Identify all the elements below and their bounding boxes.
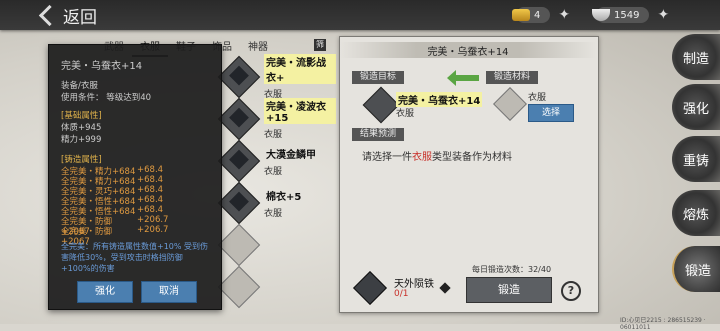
cancel-button[interactable]: 取消	[141, 281, 197, 303]
base-stat: 体质+945	[61, 123, 102, 133]
stone-count: 0/1	[394, 289, 409, 299]
preview-text: 请选择一件衣服类型装备作为材料	[362, 152, 512, 163]
daily-forge-count: 每日锻造次数：32/40	[472, 265, 552, 274]
item-name: 大漠金鳞甲	[266, 149, 316, 161]
base-attr-header: [基础属性]	[61, 111, 102, 121]
armor-icon	[217, 139, 261, 183]
item-type: 衣服	[264, 130, 283, 140]
side-menu-craft[interactable]: 制造	[672, 34, 720, 80]
item-type: 衣服	[264, 166, 283, 177]
tooltip-requirement: 使用条件： 等级达到40	[61, 93, 152, 103]
tooltip-desc: 全完美：所有铸造属性数值+10% 受到伤害降低30%，受到攻击时格挡防御+100…	[61, 242, 209, 273]
forge-button[interactable]: 锻造	[466, 277, 552, 303]
tooltip-category: 装备/衣服	[61, 81, 98, 91]
target-type: 衣服	[396, 109, 415, 119]
empty-slot[interactable]	[217, 223, 336, 267]
base-stat: 精力+999	[61, 135, 102, 145]
side-menu-enhance[interactable]: 强化	[672, 84, 720, 130]
material-name: 衣服	[528, 93, 547, 103]
enhance-button[interactable]: 强化	[77, 281, 133, 303]
equipment-list: 完美・流影战衣+ 衣服 完美・凌波衣+15 衣服 大漠金鳞甲 衣服 棉衣+5 衣…	[217, 54, 336, 310]
forge-title: 完美・乌蚕衣+14	[340, 42, 596, 58]
material-label: 锻造材料	[486, 71, 539, 84]
list-item[interactable]: 完美・凌波衣+15 衣服	[217, 97, 336, 141]
item-tooltip: 完美・乌蚕衣+14 装备/衣服 使用条件： 等级达到40 [基础属性] 体质+9…	[48, 44, 222, 310]
item-name: 棉衣+5	[266, 191, 302, 203]
target-label: 锻造目标	[352, 71, 405, 84]
list-item[interactable]: 完美・流影战衣+ 衣服	[217, 54, 336, 100]
filter-button[interactable]: 筛	[314, 39, 326, 51]
armor-icon	[217, 181, 261, 225]
empty-slot-icon	[217, 223, 261, 267]
top-bar: 返回 4 ✦ 1549 ✦	[0, 0, 720, 30]
arrow-left-icon	[447, 70, 479, 86]
back-button[interactable]: 返回	[38, 3, 97, 28]
gold-resource: 4 ✦	[512, 6, 570, 24]
armor-icon	[217, 97, 261, 141]
add-silver-button[interactable]: ✦	[657, 7, 669, 23]
back-label: 返回	[63, 7, 97, 28]
item-name: 完美・流影战衣+	[264, 54, 336, 84]
armor-icon	[217, 55, 261, 99]
silver-resource: 1549 ✦	[592, 6, 669, 24]
stone-name: 天外陨铁	[394, 279, 434, 290]
item-type: 衣服	[264, 208, 283, 219]
footer-id: ID:心见已2215 : 286515239 · 06011011	[620, 317, 706, 331]
preview-label: 结果预测	[352, 128, 405, 141]
help-button[interactable]: ?	[561, 281, 581, 301]
add-gold-button[interactable]: ✦	[558, 7, 570, 23]
empty-slot-icon	[217, 265, 261, 309]
list-item[interactable]: 棉衣+5 衣服	[217, 181, 336, 225]
target-name: 完美・乌蚕衣+14	[396, 92, 483, 107]
side-menu-forge[interactable]: 锻造	[672, 246, 720, 292]
list-item[interactable]: 大漠金鳞甲 衣服	[217, 139, 336, 183]
side-menu-reforge[interactable]: 重铸	[672, 136, 720, 182]
chevron-left-icon	[38, 4, 61, 26]
enhance-attr-header: [铸造属性]	[61, 155, 102, 165]
select-button[interactable]: 选择	[528, 104, 574, 122]
gold-ingot-icon	[512, 9, 530, 21]
item-name: 完美・凌波衣+15	[264, 98, 336, 124]
empty-slot[interactable]	[217, 265, 336, 309]
tooltip-title: 完美・乌蚕衣+14	[61, 61, 143, 72]
side-menu-smelt[interactable]: 熔炼	[672, 190, 720, 236]
